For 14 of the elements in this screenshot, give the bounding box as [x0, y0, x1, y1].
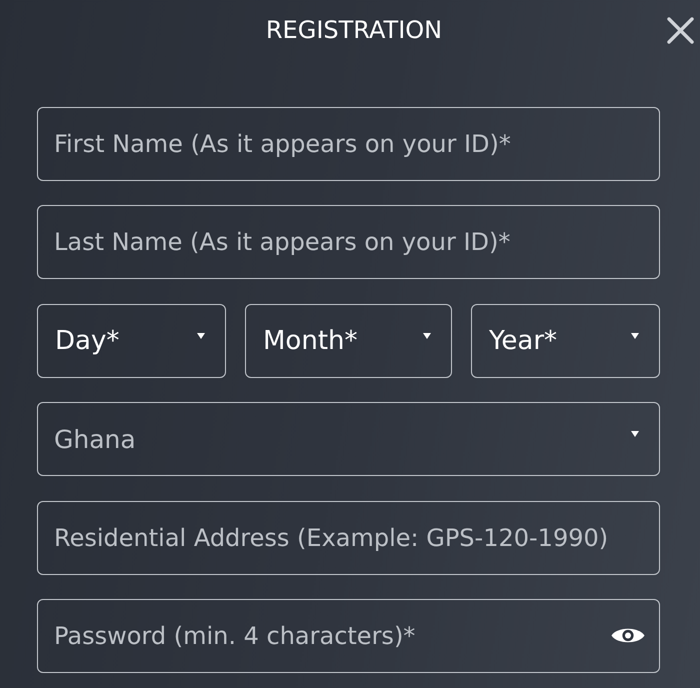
dropdown[interactable]: Ghana: [37, 402, 660, 476]
dropdown[interactable]: Day*: [37, 304, 226, 378]
caret-icon: [631, 431, 639, 438]
dialog-title: REGISTRATION: [264, 16, 442, 44]
input-field[interactable]: Last Name (As it appears on your ID)*: [37, 205, 660, 280]
input-field[interactable]: Residential Address (Example: GPS-120-1990): [37, 500, 660, 575]
caret-icon: [423, 332, 431, 339]
close-icon[interactable]: [667, 16, 694, 44]
password-field[interactable]: Password (min. 4 characters)*: [37, 598, 660, 673]
dropdown[interactable]: Year*: [471, 304, 660, 378]
dropdown[interactable]: Month*: [245, 304, 452, 378]
input-field[interactable]: First Name (As it appears on your ID)*: [37, 107, 660, 181]
caret-icon: [631, 332, 639, 339]
caret-icon: [197, 332, 205, 339]
